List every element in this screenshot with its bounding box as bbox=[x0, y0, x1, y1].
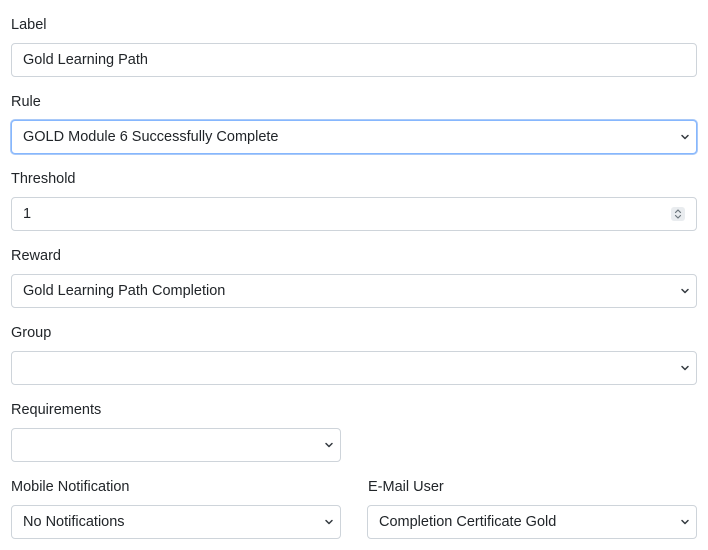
reward-select-value: Gold Learning Path Completion bbox=[23, 283, 226, 299]
spinner-icon[interactable] bbox=[671, 207, 685, 221]
label-field-label: Label bbox=[11, 17, 47, 33]
label-input[interactable]: Gold Learning Path bbox=[11, 43, 697, 77]
chevron-down-icon bbox=[325, 519, 333, 525]
group-select[interactable] bbox=[11, 351, 697, 385]
email-user-select[interactable]: Completion Certificate Gold bbox=[367, 505, 697, 539]
mobile-notification-select-value: No Notifications bbox=[23, 514, 125, 530]
badge-rule-form: Label Gold Learning Path Rule GOLD Modul… bbox=[0, 0, 708, 550]
email-user-select-value: Completion Certificate Gold bbox=[379, 514, 557, 530]
requirements-select[interactable] bbox=[11, 428, 341, 462]
requirements-field-label: Requirements bbox=[11, 402, 102, 418]
threshold-input-value: 1 bbox=[23, 206, 32, 222]
chevron-down-icon bbox=[681, 519, 689, 525]
email-user-field-label: E-Mail User bbox=[368, 479, 444, 495]
reward-field-label: Reward bbox=[11, 248, 61, 264]
chevron-down-icon bbox=[325, 442, 333, 448]
mobile-notification-field-label: Mobile Notification bbox=[11, 479, 130, 495]
chevron-down-icon bbox=[681, 134, 689, 140]
rule-select-value: GOLD Module 6 Successfully Complete bbox=[23, 129, 279, 145]
chevron-down-icon bbox=[681, 365, 689, 371]
reward-select[interactable]: Gold Learning Path Completion bbox=[11, 274, 697, 308]
threshold-input[interactable]: 1 bbox=[11, 197, 697, 231]
rule-select[interactable]: GOLD Module 6 Successfully Complete bbox=[11, 120, 697, 154]
chevron-down-icon bbox=[681, 288, 689, 294]
group-field-label: Group bbox=[11, 325, 52, 341]
mobile-notification-select[interactable]: No Notifications bbox=[11, 505, 341, 539]
label-input-value: Gold Learning Path bbox=[23, 52, 148, 68]
rule-field-label: Rule bbox=[11, 94, 41, 110]
threshold-field-label: Threshold bbox=[11, 171, 76, 187]
